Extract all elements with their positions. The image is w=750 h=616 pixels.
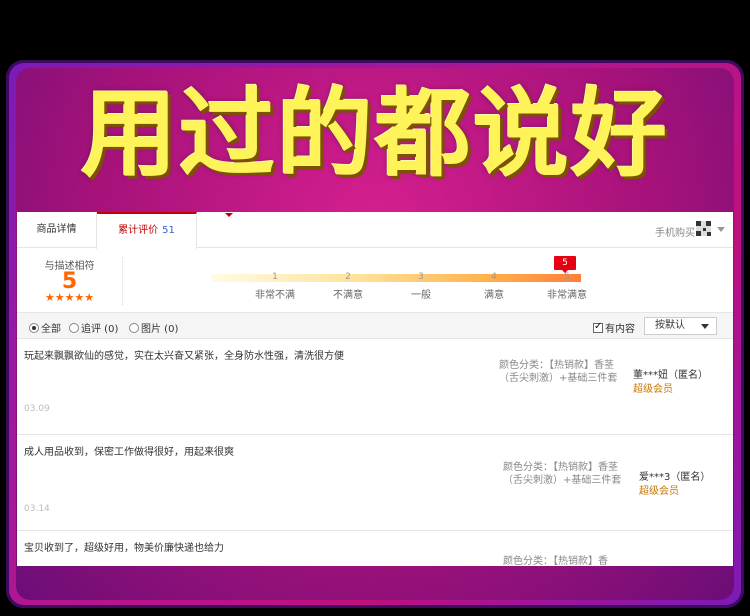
tab-product-details[interactable]: 商品详情 bbox=[17, 212, 97, 249]
filter-all-radio[interactable]: 全部 bbox=[29, 320, 61, 335]
tab-reviews[interactable]: 累计评价 51 bbox=[97, 212, 233, 249]
radio-icon bbox=[69, 323, 79, 333]
review-user: 爱***3（匿名） bbox=[639, 472, 711, 483]
radio-selected-icon bbox=[29, 323, 39, 333]
filter-pictures-radio[interactable]: 图片 (0) bbox=[129, 320, 178, 335]
scale-tick: 2 bbox=[345, 272, 351, 282]
tab-bar: 商品详情 累计评价 51 手机购买 bbox=[17, 212, 733, 249]
score-value: 5 bbox=[61, 269, 78, 294]
review-item: 宝贝收到了，超级好用，物美价廉快递也给力 颜色分类：【热销款】香 bbox=[17, 531, 733, 566]
member-level: 超级会员 bbox=[639, 486, 679, 497]
review-sku: 颜色分类：【热销款】香 bbox=[503, 556, 608, 566]
chevron-down-icon bbox=[701, 324, 709, 329]
has-content-label: 有内容 bbox=[605, 324, 635, 335]
review-panel: 商品详情 累计评价 51 手机购买 与描述相符 5 ★★★★★ 5 1 2 3 4… bbox=[17, 212, 733, 566]
sort-select-value: 按默认 bbox=[655, 320, 685, 331]
star-rating-icon: ★★★★★ bbox=[44, 291, 95, 304]
review-content: 宝贝收到了，超级好用，物美价廉快递也给力 bbox=[24, 543, 224, 554]
review-item: 成人用品收到，保密工作做得很好，用起来很爽 03.14 颜色分类：【热销款】香茎… bbox=[17, 435, 733, 531]
scale-label: 不满意 bbox=[333, 290, 363, 301]
filter-pictures-label: 图片 (0) bbox=[141, 324, 179, 335]
active-tab-indicator-icon bbox=[225, 213, 233, 217]
score-box: 与描述相符 5 ★★★★★ bbox=[17, 257, 123, 305]
qr-code-icon[interactable] bbox=[696, 221, 711, 236]
filter-all-label: 全部 bbox=[41, 324, 61, 335]
has-content-checkbox[interactable]: 有内容 bbox=[593, 320, 635, 335]
filter-followup-radio[interactable]: 追评 (0) bbox=[69, 320, 118, 335]
review-date: 03.14 bbox=[24, 504, 50, 514]
review-sku: 颜色分类：【热销款】香茎（舌尖刺激）+基础三件套 bbox=[503, 462, 622, 486]
scale-label: 非常不满 bbox=[255, 290, 295, 301]
score-marker: 5 bbox=[554, 256, 576, 273]
sort-select[interactable]: 按默认 bbox=[644, 317, 717, 335]
scale-tick: 5 bbox=[564, 272, 570, 282]
review-sku: 颜色分类：【热销款】香茎（舌尖刺激）+基础三件套 bbox=[499, 360, 618, 384]
review-user: 董***妞（匿名） bbox=[633, 370, 708, 381]
scale-tick: 1 bbox=[272, 272, 278, 282]
tab-reviews-label: 累计评价 bbox=[118, 225, 159, 236]
scale-label: 一般 bbox=[411, 290, 431, 301]
scale-tick: 3 bbox=[418, 272, 424, 282]
scale-tick: 4 bbox=[491, 272, 497, 282]
checkbox-checked-icon bbox=[593, 321, 603, 333]
review-item: 玩起来飘飘欲仙的感觉，实在太兴奋又紧张，全身防水性强，清洗很方便 03.09 颜… bbox=[17, 339, 733, 435]
scale-label: 满意 bbox=[484, 290, 504, 301]
review-filter-bar: 全部 追评 (0) 图片 (0) 有内容 按默认 bbox=[17, 313, 733, 339]
banner-headline: 用过的都说好 bbox=[81, 78, 669, 190]
member-level: 超级会员 bbox=[633, 384, 673, 395]
mobile-buy-link[interactable]: 手机购买 bbox=[655, 224, 695, 239]
scale-label: 非常满意 bbox=[547, 290, 587, 301]
filter-followup-label: 追评 (0) bbox=[81, 324, 119, 335]
review-date: 03.09 bbox=[24, 404, 50, 414]
review-content: 玩起来飘飘欲仙的感觉，实在太兴奋又紧张，全身防水性强，清洗很方便 bbox=[24, 351, 344, 362]
review-count: 51 bbox=[162, 225, 175, 236]
rating-summary: 与描述相符 5 ★★★★★ 5 1 2 3 4 5 非常不满 不满意 一般 满意… bbox=[17, 249, 733, 313]
review-content: 成人用品收到，保密工作做得很好，用起来很爽 bbox=[24, 447, 234, 458]
radio-icon bbox=[129, 323, 139, 333]
chevron-down-icon[interactable] bbox=[717, 227, 725, 232]
